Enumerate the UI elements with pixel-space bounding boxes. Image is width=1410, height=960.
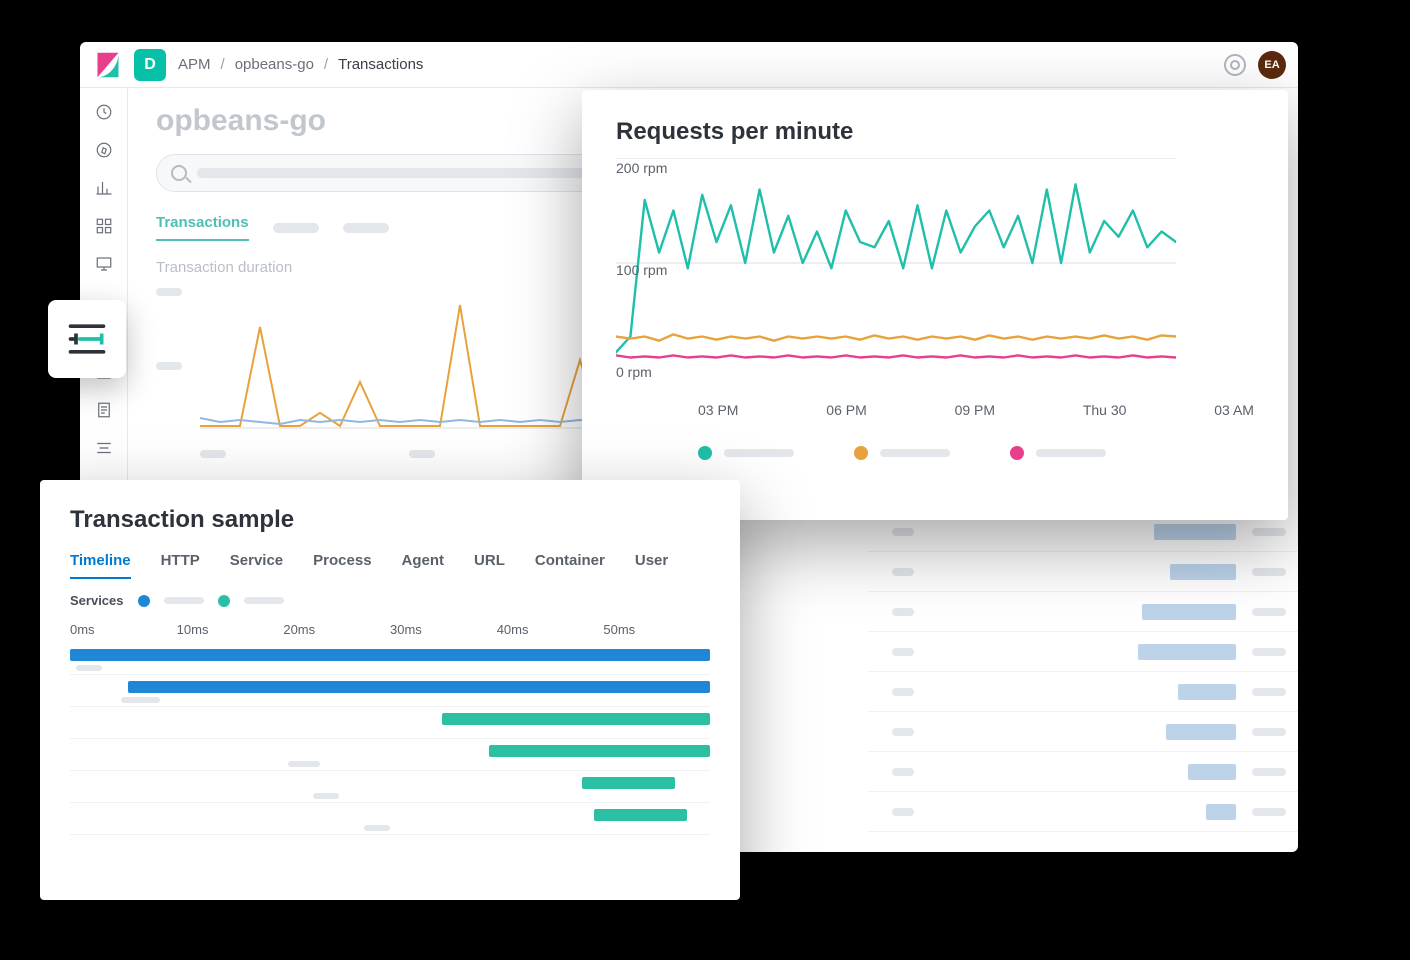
card-title: Transaction sample xyxy=(70,506,710,534)
x-tick: 03 AM xyxy=(1214,402,1254,418)
legend-swatch-icon xyxy=(854,446,868,460)
list-row[interactable] xyxy=(868,672,1298,712)
axis-tick: 10ms xyxy=(177,622,284,637)
tab-transactions[interactable]: Transactions xyxy=(156,214,249,241)
help-icon[interactable] xyxy=(1224,54,1246,76)
axis-tick: 20ms xyxy=(283,622,390,637)
timeline-row[interactable] xyxy=(70,803,710,835)
tab-placeholder[interactable] xyxy=(343,223,389,233)
breadcrumb-item[interactable]: opbeans-go xyxy=(235,56,314,73)
logs-icon[interactable] xyxy=(94,400,114,420)
services-label: Services xyxy=(70,593,124,608)
user-avatar[interactable]: EA xyxy=(1258,51,1286,79)
tab-placeholder[interactable] xyxy=(273,223,319,233)
axis-tick: 30ms xyxy=(390,622,497,637)
rpm-chart: 200 rpm 100 rpm 0 rpm 03 PM 06 PM 09 PM … xyxy=(616,158,1254,418)
rpm-lines xyxy=(616,158,1176,388)
x-tick: 09 PM xyxy=(955,402,995,418)
legend xyxy=(616,446,1254,460)
span-bar xyxy=(128,681,710,693)
span-bar xyxy=(594,809,687,821)
dashboard-icon[interactable] xyxy=(94,216,114,236)
legend-swatch-icon xyxy=(698,446,712,460)
timeline-row[interactable] xyxy=(70,675,710,707)
timeline-row[interactable] xyxy=(70,771,710,803)
breadcrumb: APM / opbeans-go / Transactions xyxy=(178,56,423,73)
span-bar xyxy=(442,713,710,725)
axis-tick: 40ms xyxy=(497,622,604,637)
legend-item[interactable] xyxy=(698,446,794,460)
kibana-logo-icon xyxy=(94,51,122,79)
service-swatch-icon xyxy=(138,595,150,607)
card-title: Requests per minute xyxy=(616,118,1254,146)
legend-swatch-icon xyxy=(1010,446,1024,460)
span-bar xyxy=(582,777,675,789)
tab-url[interactable]: URL xyxy=(474,552,505,579)
top-bar: D APM / opbeans-go / Transactions EA xyxy=(80,42,1298,88)
discover-icon[interactable] xyxy=(94,140,114,160)
timeline-row[interactable] xyxy=(70,739,710,771)
tab-container[interactable]: Container xyxy=(535,552,605,579)
timeline-row[interactable] xyxy=(70,707,710,739)
span-bar xyxy=(489,745,710,757)
y-tick-placeholder xyxy=(156,362,182,370)
span-bar xyxy=(70,649,710,661)
sample-tabs: Timeline HTTP Service Process Agent URL Contai… xyxy=(70,552,710,579)
y-tick-placeholder xyxy=(156,288,182,296)
visualize-icon[interactable] xyxy=(94,178,114,198)
tab-timeline[interactable]: Timeline xyxy=(70,552,131,579)
duration-sparkline xyxy=(200,284,620,434)
x-tick: Thu 30 xyxy=(1083,402,1127,418)
list-row[interactable] xyxy=(868,552,1298,592)
services-legend: Services xyxy=(70,593,710,608)
legend-item[interactable] xyxy=(854,446,950,460)
timeline-rows xyxy=(70,643,710,835)
list-row[interactable] xyxy=(868,792,1298,832)
breadcrumb-separator: / xyxy=(324,56,328,73)
requests-per-minute-card: Requests per minute 200 rpm 100 rpm 0 rp… xyxy=(582,90,1288,520)
x-tick: 06 PM xyxy=(826,402,866,418)
service-swatch-icon xyxy=(218,595,230,607)
y-tick: 100 rpm xyxy=(616,262,667,278)
transaction-sample-card: Transaction sample Timeline HTTP Service Pr… xyxy=(40,480,740,900)
list-row[interactable] xyxy=(868,712,1298,752)
timeline-row[interactable] xyxy=(70,643,710,675)
search-icon xyxy=(171,165,187,181)
apm-badge-icon xyxy=(48,300,126,378)
tab-service[interactable]: Service xyxy=(230,552,283,579)
legend-item[interactable] xyxy=(1010,446,1106,460)
breadcrumb-item-current: Transactions xyxy=(338,56,423,73)
breadcrumb-separator: / xyxy=(221,56,225,73)
axis-tick: 50ms xyxy=(603,622,710,637)
canvas-icon[interactable] xyxy=(94,254,114,274)
tab-http[interactable]: HTTP xyxy=(161,552,200,579)
axis-tick: 0ms xyxy=(70,622,177,637)
data-list xyxy=(868,512,1298,832)
timeline-axis: 0ms10ms20ms30ms40ms50ms xyxy=(70,622,710,637)
apm-icon[interactable] xyxy=(94,438,114,458)
list-row[interactable] xyxy=(868,632,1298,672)
x-axis: 03 PM 06 PM 09 PM Thu 30 03 AM xyxy=(698,402,1254,418)
breadcrumb-item[interactable]: APM xyxy=(178,56,211,73)
y-tick: 0 rpm xyxy=(616,364,652,380)
y-tick: 200 rpm xyxy=(616,160,667,176)
tab-process[interactable]: Process xyxy=(313,552,371,579)
app-switcher-button[interactable]: D xyxy=(134,49,166,81)
list-row[interactable] xyxy=(868,752,1298,792)
tab-agent[interactable]: Agent xyxy=(402,552,445,579)
x-tick: 03 PM xyxy=(698,402,738,418)
tab-user[interactable]: User xyxy=(635,552,668,579)
recent-icon[interactable] xyxy=(94,102,114,122)
list-row[interactable] xyxy=(868,592,1298,632)
